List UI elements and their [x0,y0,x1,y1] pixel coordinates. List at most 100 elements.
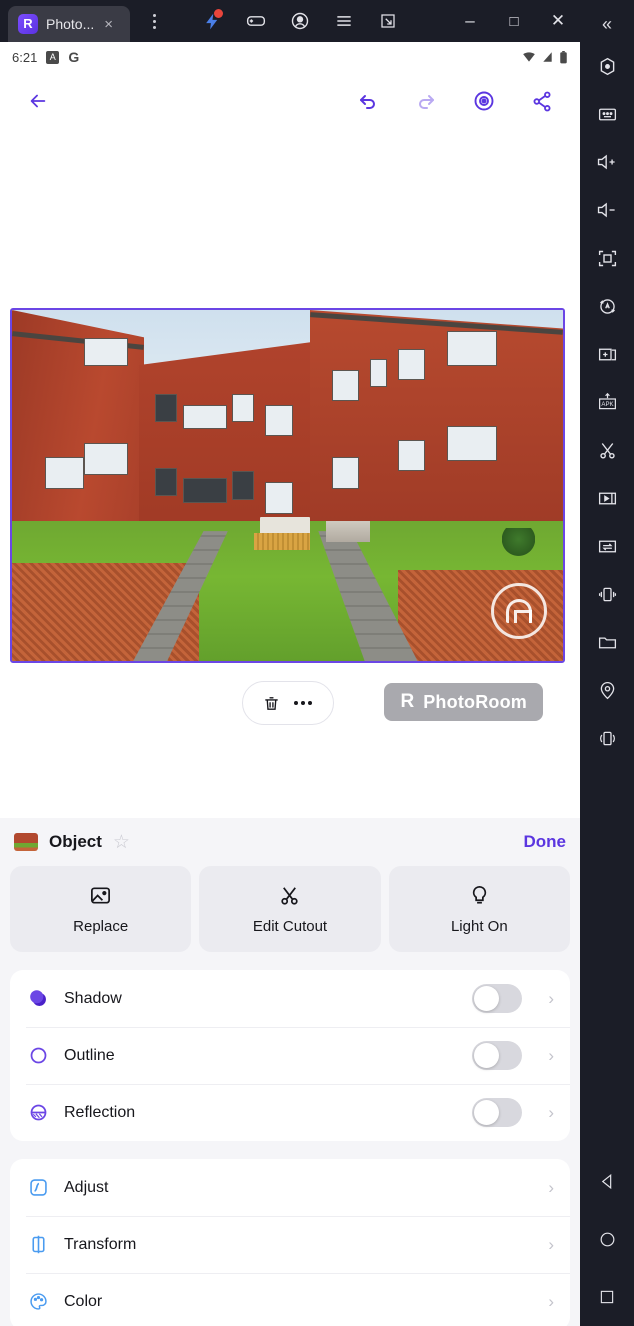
editor-canvas[interactable]: R PhotoRoom [0,130,580,858]
outline-toggle[interactable] [472,1041,523,1070]
install-apk-icon[interactable]: APK [580,378,634,426]
chevron-right-icon[interactable]: › [548,1292,554,1312]
chevron-right-icon[interactable]: › [548,989,554,1009]
signal-icon [543,52,552,62]
multi-instance-icon[interactable] [580,330,634,378]
location-pin-icon[interactable] [580,666,634,714]
browser-tab-photoroom[interactable]: R Photo... × [8,6,130,42]
row-adjust[interactable]: Adjust › [10,1159,570,1216]
house-circle-watermark-icon [491,583,547,639]
battery-icon [560,50,567,63]
favorite-star-icon[interactable]: ☆ [113,831,130,854]
photoroom-watermark-badge[interactable]: R PhotoRoom [384,683,543,721]
done-button[interactable]: Done [524,832,567,852]
more-dots-icon[interactable] [294,701,312,705]
folder-icon[interactable] [580,618,634,666]
row-outline[interactable]: Outline › [10,1027,570,1084]
wifi-icon [523,52,535,62]
color-icon [26,1291,50,1312]
home-nav-icon[interactable] [580,1210,634,1268]
bulb-icon [468,884,491,907]
chevron-right-icon[interactable]: › [548,1235,554,1255]
media-manager-icon[interactable] [580,474,634,522]
minimize-button[interactable]: – [448,0,492,42]
shadow-toggle[interactable] [472,984,523,1013]
redo-button[interactable] [406,81,446,121]
recents-nav-icon[interactable] [580,1268,634,1326]
panel-title: Object [49,832,102,851]
adjust-icon [26,1177,50,1198]
window-titlebar: R Photo... × – □ ✕ [0,0,580,42]
account-icon[interactable] [278,0,322,42]
replace-label: Replace [73,917,129,935]
titlebar-icon-group [190,0,410,42]
reflection-toggle[interactable] [472,1098,523,1127]
trash-icon[interactable] [263,694,280,713]
object-quick-actions [241,681,334,725]
potted-plant [502,527,536,556]
fullscreen-icon[interactable] [580,234,634,282]
location-dot-icon[interactable] [580,42,634,90]
shadow-label: Shadow [64,989,122,1007]
keyboard-icon[interactable] [580,90,634,138]
shadow-icon [26,988,50,1009]
entry-steps [326,520,371,542]
chevron-right-icon[interactable]: › [548,1103,554,1123]
quick-action-row: Replace Edit Cutout Light On [0,866,580,952]
photoroom-label: PhotoRoom [423,691,527,712]
row-color[interactable]: Color › [10,1273,570,1326]
share-button[interactable] [522,81,562,121]
object-toolbar-area: R PhotoRoom [10,665,565,805]
shake-icon[interactable] [580,570,634,618]
building-right-wing [309,310,563,542]
popout-icon[interactable] [366,0,410,42]
emulator-sidebar: « APK [580,0,634,1326]
editor-toolbar [0,72,580,130]
tab-title: Photo... [46,16,95,32]
light-on-label: Light On [450,917,508,935]
scissors-icon [278,884,301,907]
kebab-menu-icon[interactable] [142,13,166,29]
back-button[interactable] [18,81,58,121]
reflection-label: Reflection [64,1103,136,1121]
scissors-icon[interactable] [580,426,634,474]
maximize-button[interactable]: □ [492,0,536,42]
replace-button[interactable]: Replace [10,866,192,952]
hamburger-menu-icon[interactable] [322,0,366,42]
row-reflection[interactable]: Reflection › [10,1084,570,1141]
selected-object-photo[interactable] [10,308,565,663]
adjust-label: Adjust [64,1178,109,1196]
undo-button[interactable] [348,81,388,121]
status-time: 6:21 [12,49,38,65]
light-on-button[interactable]: Light On [388,866,570,952]
edit-cutout-button[interactable]: Edit Cutout [199,866,381,952]
chevron-right-icon[interactable]: › [548,1178,554,1198]
volume-up-icon[interactable] [580,138,634,186]
transform-label: Transform [64,1235,137,1253]
building-photo [12,310,563,661]
back-nav-icon[interactable] [580,1152,634,1210]
chevron-right-icon[interactable]: › [548,1046,554,1066]
collapse-sidebar-button[interactable]: « [580,6,634,42]
auto-rotate-icon[interactable] [580,282,634,330]
emulator-content: R Photo... × – □ ✕ 6:21 A G R PhotoRoom … [0,0,580,1326]
volume-down-icon[interactable] [580,186,634,234]
tilt-icon[interactable] [580,714,634,762]
transform-icon [26,1234,50,1255]
object-properties-panel: Object ☆ Done Replace Edit Cutout Light … [0,818,580,1326]
macro-icon[interactable] [580,522,634,570]
boost-icon[interactable] [190,0,234,42]
gamepad-icon[interactable] [234,0,278,42]
emulator-window: R Photo... × – □ ✕ 6:21 A G R PhotoRoom … [0,0,634,1326]
edit-cutout-label: Edit Cutout [252,917,328,935]
row-transform[interactable]: Transform › [10,1216,570,1273]
adjustments-group: Adjust › Transform › Color › [10,1159,570,1326]
preview-eye-button[interactable] [464,81,504,121]
photoroom-logo-icon: R [18,14,38,34]
close-window-button[interactable]: ✕ [536,0,580,42]
photoroom-mark-icon: R [400,691,415,712]
panel-header: Object ☆ Done [0,818,580,866]
object-thumbnail[interactable] [14,833,38,851]
close-tab-icon[interactable]: × [104,16,113,33]
row-shadow[interactable]: Shadow › [10,970,570,1027]
